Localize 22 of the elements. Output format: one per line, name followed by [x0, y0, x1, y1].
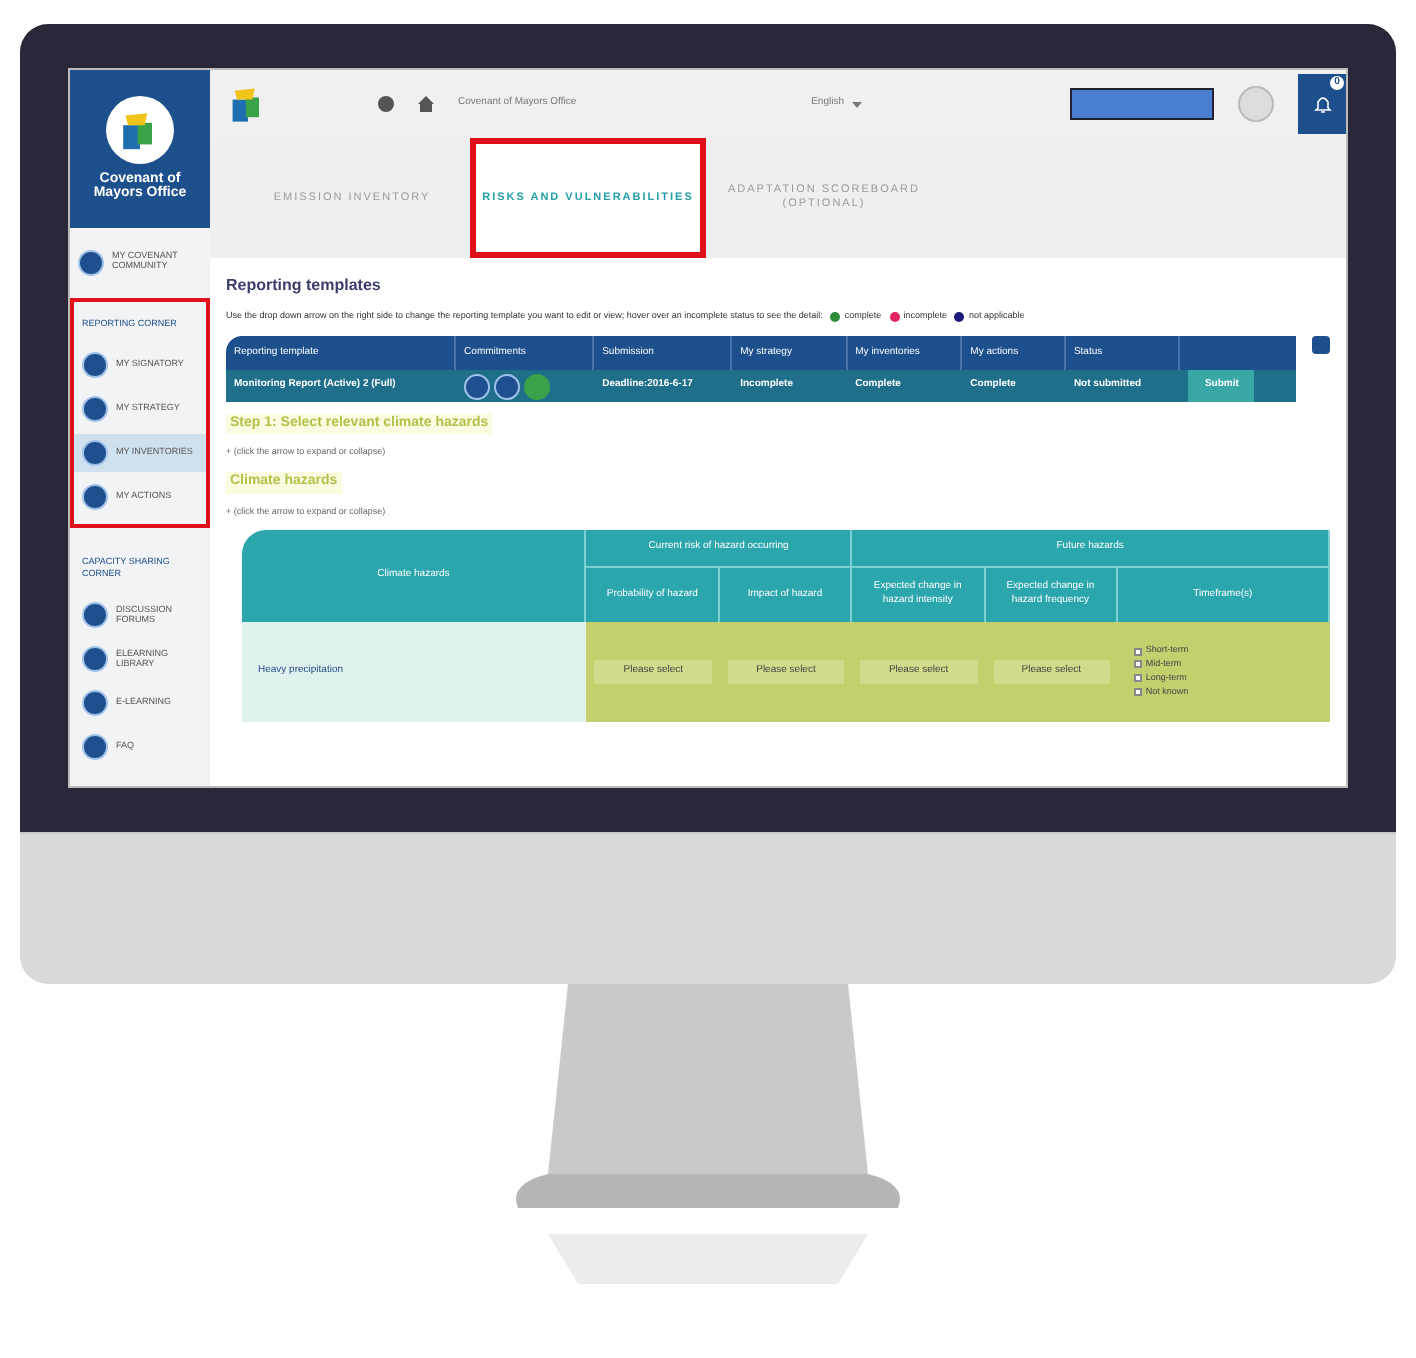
- checkbox[interactable]: [1133, 687, 1142, 696]
- section-heading: Reporting templates: [226, 274, 383, 298]
- checkbox[interactable]: [1133, 660, 1142, 669]
- sidebar-item-icon: [82, 602, 108, 628]
- sidebar-item-icon: [82, 734, 108, 760]
- sidebar-item-icon: [82, 483, 108, 509]
- sidebar-item-icon: [82, 690, 108, 716]
- collapse-button[interactable]: [1312, 335, 1330, 354]
- sidebar-item-icon: [82, 395, 108, 421]
- search-field[interactable]: [1070, 88, 1214, 120]
- caret-icon[interactable]: [852, 101, 862, 107]
- sidebar-item-icon: [82, 439, 108, 465]
- sidebar-item-icon: [78, 249, 104, 276]
- checkbox[interactable]: [1133, 674, 1142, 683]
- sidebar-item-icon: [82, 646, 108, 672]
- commitment-icon: [464, 373, 491, 399]
- commitment-icon: [494, 373, 521, 399]
- home-icon[interactable]: [418, 96, 434, 112]
- bell-icon: [1313, 94, 1331, 114]
- sidebar-item-icon: [82, 351, 108, 377]
- checkbox[interactable]: [1133, 647, 1142, 656]
- commitment-icon: [524, 373, 551, 399]
